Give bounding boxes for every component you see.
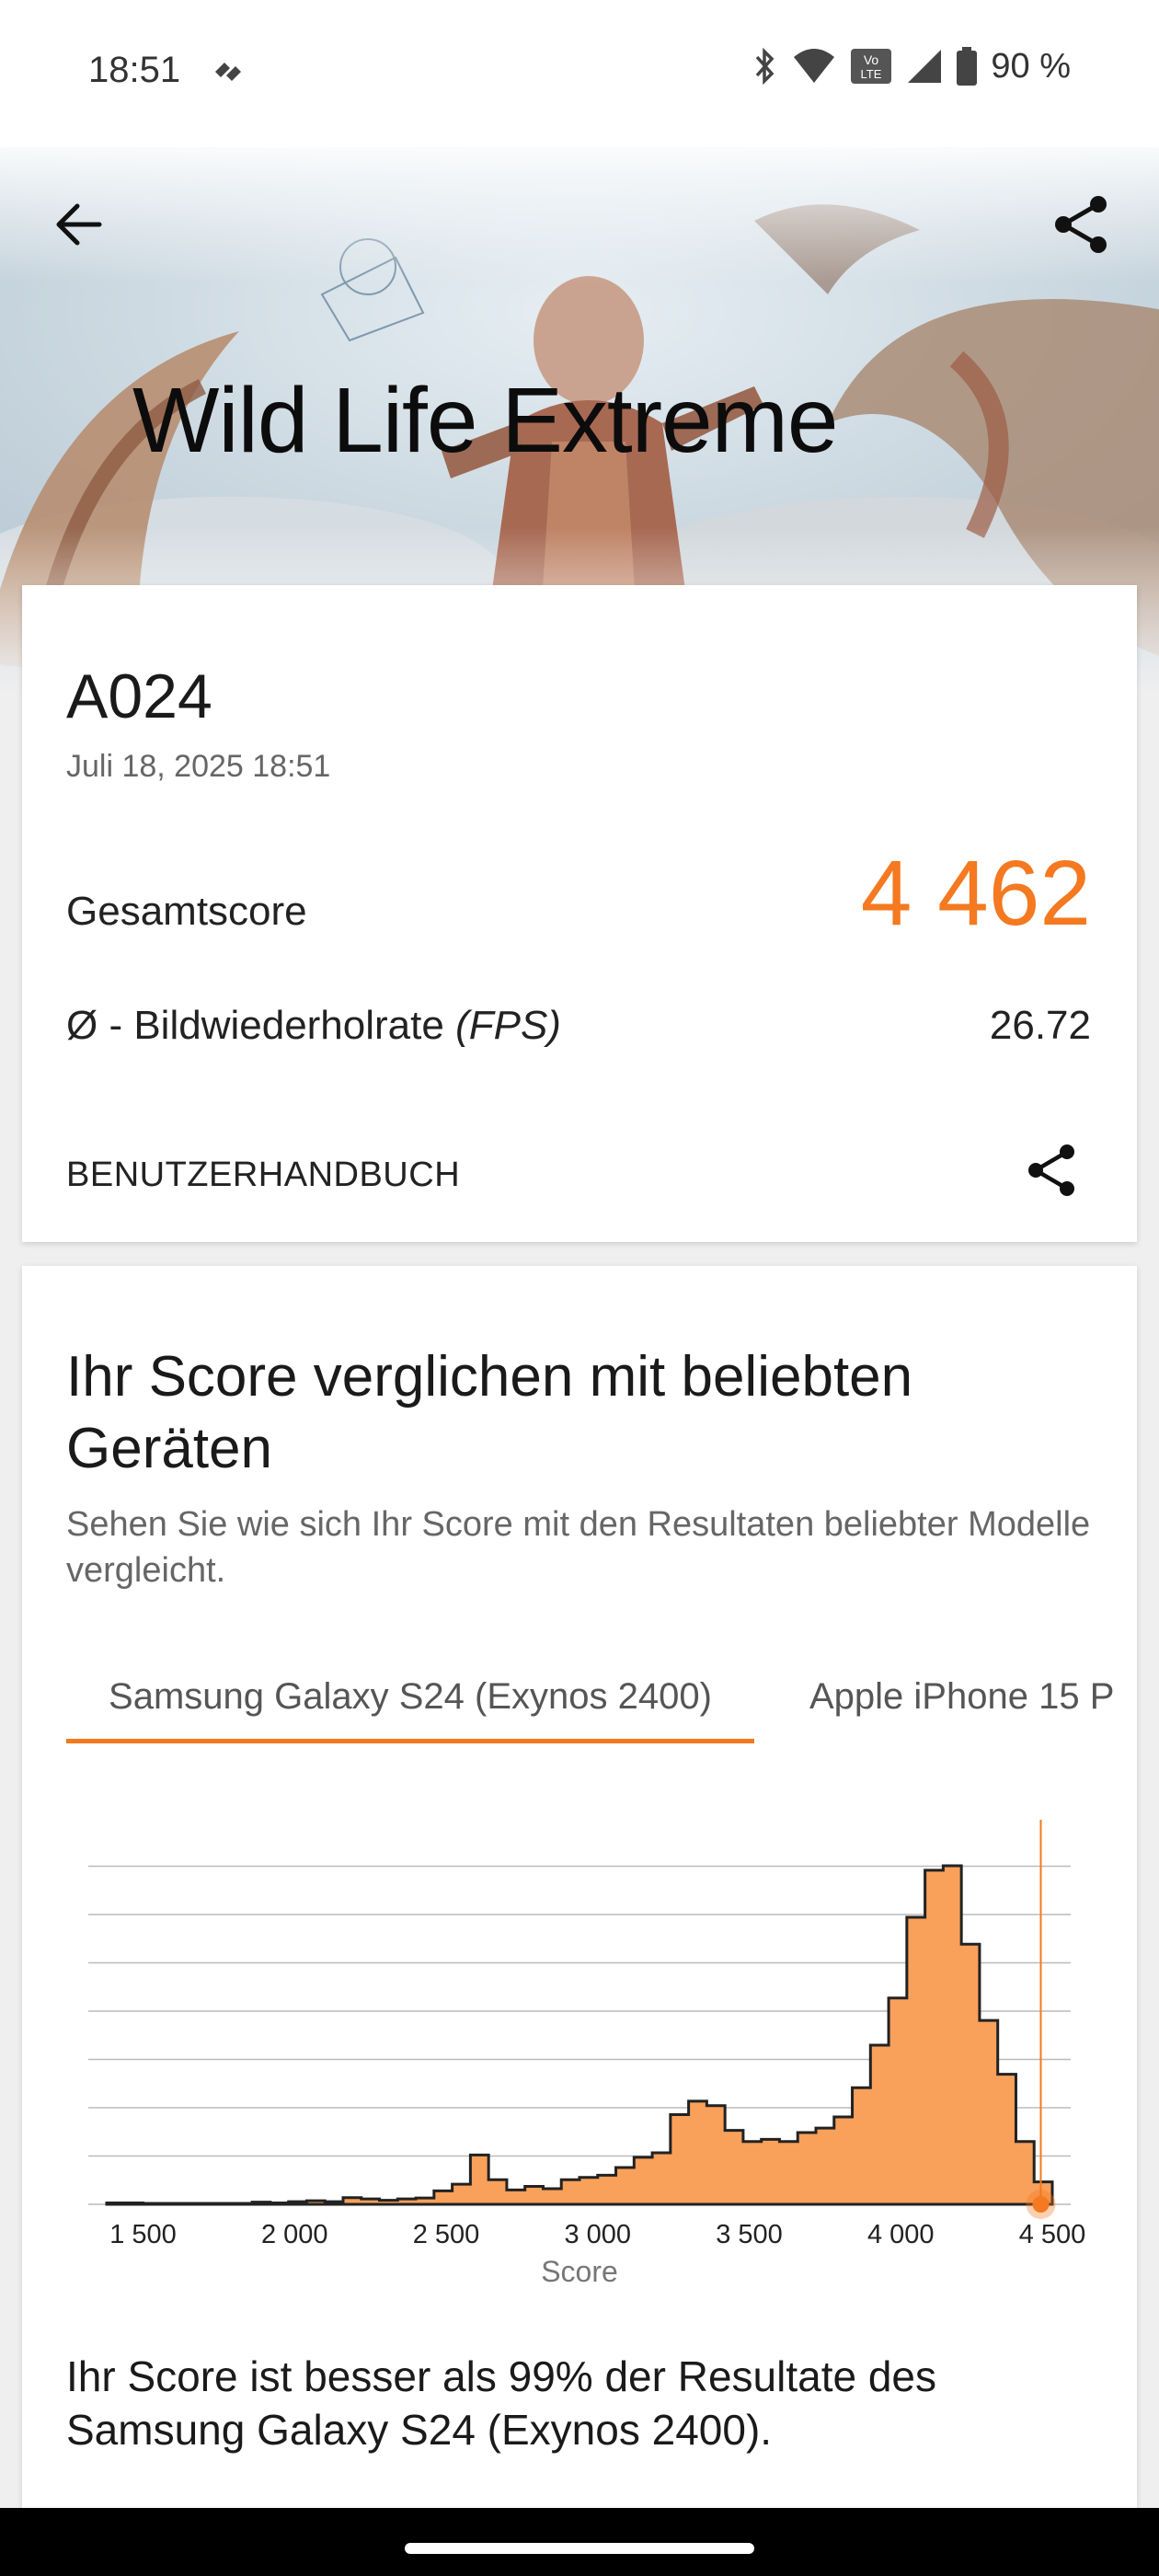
tab-samsung-galaxy-s24[interactable]: Samsung Galaxy S24 (Exynos 2400): [66, 1652, 754, 1763]
device-name: A024: [66, 661, 212, 731]
status-bar: 18:51 Vo LTE 90 %: [0, 0, 1159, 147]
result-card: A024 Juli 18, 2025 18:51 Gesamtscore 4 4…: [22, 585, 1137, 1242]
back-arrow-icon: [56, 203, 102, 246]
x-tick-label: 4 000: [867, 2220, 935, 2249]
fps-label-text: Ø - Bildwiederholrate: [66, 1003, 456, 1048]
histogram-bin: [289, 2202, 307, 2204]
x-tick-label: 3 000: [564, 2220, 631, 2249]
battery-icon: [957, 47, 978, 86]
histogram-bin: [652, 2153, 671, 2204]
histogram-bin: [107, 2203, 125, 2204]
histogram-bin: [689, 2101, 707, 2204]
x-tick-label: 4 500: [1019, 2220, 1086, 2249]
histogram-bin: [143, 2203, 162, 2204]
selected-tab-indicator: [66, 1739, 754, 1743]
histogram-bin: [270, 2203, 289, 2204]
histogram-bin: [416, 2198, 434, 2204]
histogram-bin: [943, 1866, 961, 2204]
navigation-bar: [0, 2508, 1159, 2576]
home-gesture-handle[interactable]: [405, 2543, 754, 2554]
histogram-bin: [397, 2199, 416, 2204]
histogram-bin: [634, 2157, 652, 2204]
status-time: 18:51: [88, 50, 181, 90]
histogram-bin: [762, 2139, 780, 2204]
your-score-marker: [1032, 2196, 1050, 2213]
device-tabs: Samsung Galaxy S24 (Exynos 2400) Apple i…: [66, 1652, 1115, 1766]
x-tick-label: 3 500: [716, 2220, 783, 2249]
x-tick-label: 2 500: [413, 2220, 480, 2249]
histogram-bin: [252, 2202, 270, 2204]
histogram-bin: [743, 2142, 762, 2204]
share-icon: [1055, 196, 1107, 253]
histogram-bin: [434, 2191, 453, 2204]
comparison-card: Ihr Score verglichen mit beliebten Gerät…: [22, 1266, 1137, 2508]
x-tick-label: 2 000: [261, 2220, 328, 2249]
histogram-bin: [816, 2128, 834, 2204]
histogram-bin: [889, 1998, 907, 2204]
histogram-bin: [980, 2020, 998, 2204]
status-icons: Vo LTE 90 %: [752, 46, 1071, 86]
user-manual-link[interactable]: BENUTZERHANDBUCH: [66, 1156, 460, 1195]
histogram-bin: [125, 2203, 143, 2204]
histogram-bin: [671, 2115, 689, 2205]
histogram-bin: [998, 2075, 1016, 2204]
back-button[interactable]: [48, 193, 110, 256]
score-value: 4 462: [860, 842, 1091, 945]
histogram-bin: [325, 2202, 343, 2204]
histogram-bin: [798, 2133, 816, 2204]
histogram-bin: [907, 1917, 925, 2204]
tab-apple-iphone-15[interactable]: Apple iPhone 15 P: [809, 1652, 1114, 1763]
histogram-bin: [725, 2131, 743, 2204]
score-distribution-chart: 1 500 2 000 2 500 3 000 3 500 4 000 4 500 Score: [88, 1820, 1086, 2287]
share-button-top[interactable]: [1049, 191, 1115, 258]
bluetooth-icon: [756, 47, 775, 86]
x-tick-label: 1 500: [109, 2220, 177, 2249]
svg-text:Vo: Vo: [864, 52, 879, 67]
histogram-bin: [616, 2168, 635, 2204]
histogram-bin: [179, 2203, 198, 2204]
histogram-bin: [453, 2184, 471, 2204]
histogram-bin: [561, 2179, 580, 2204]
histogram-bin: [507, 2190, 525, 2204]
fps-unit: (FPS): [455, 1003, 561, 1048]
histogram-bin: [543, 2189, 561, 2204]
histogram-bin: [961, 1944, 980, 2204]
histogram-bin: [380, 2201, 398, 2204]
histogram-bin: [161, 2203, 179, 2204]
histogram-bin: [216, 2203, 235, 2204]
histogram-bin: [580, 2178, 598, 2204]
share-result-button[interactable]: [1023, 1141, 1082, 1200]
comparison-description: Sehen Sie wie sich Ihr Score mit den Res…: [66, 1505, 1091, 1590]
histogram-bin: [361, 2199, 380, 2204]
histogram-bin: [306, 2201, 325, 2204]
volte-icon: Vo LTE: [851, 49, 892, 84]
comparison-title: Ihr Score verglichen mit beliebten Gerät…: [66, 1345, 913, 1480]
histogram-bin: [706, 2106, 725, 2204]
histogram-bin: [925, 1870, 944, 2204]
histogram-bin: [343, 2198, 361, 2204]
comparison-result-text: Ihr Score ist besser als 99% der Resulta…: [66, 2352, 937, 2454]
histogram-bin: [598, 2175, 616, 2204]
histogram-bin: [779, 2142, 798, 2204]
app-notification-icon: [215, 63, 241, 81]
score-label: Gesamtscore: [66, 889, 307, 934]
histogram-bin: [834, 2117, 853, 2204]
x-axis-label: Score: [541, 2255, 618, 2287]
wifi-icon: [794, 49, 835, 83]
histogram-bin: [198, 2203, 216, 2204]
result-date: Juli 18, 2025 18:51: [66, 749, 331, 784]
histogram-bin: [470, 2155, 488, 2204]
page-title: Wild Life Extreme: [132, 369, 839, 472]
histogram-bin: [488, 2179, 507, 2204]
svg-text:LTE: LTE: [861, 67, 882, 81]
fps-value: 26.72: [989, 1003, 1091, 1048]
fps-label: Ø - Bildwiederholrate (FPS): [66, 1003, 561, 1049]
share-icon: [1028, 1144, 1074, 1196]
battery-percent: 90 %: [991, 46, 1071, 86]
histogram-bin: [525, 2187, 544, 2205]
histogram-bin: [853, 2087, 871, 2204]
histogram-bin: [870, 2045, 889, 2204]
signal-icon: [908, 50, 942, 83]
histogram-bin: [234, 2203, 252, 2204]
